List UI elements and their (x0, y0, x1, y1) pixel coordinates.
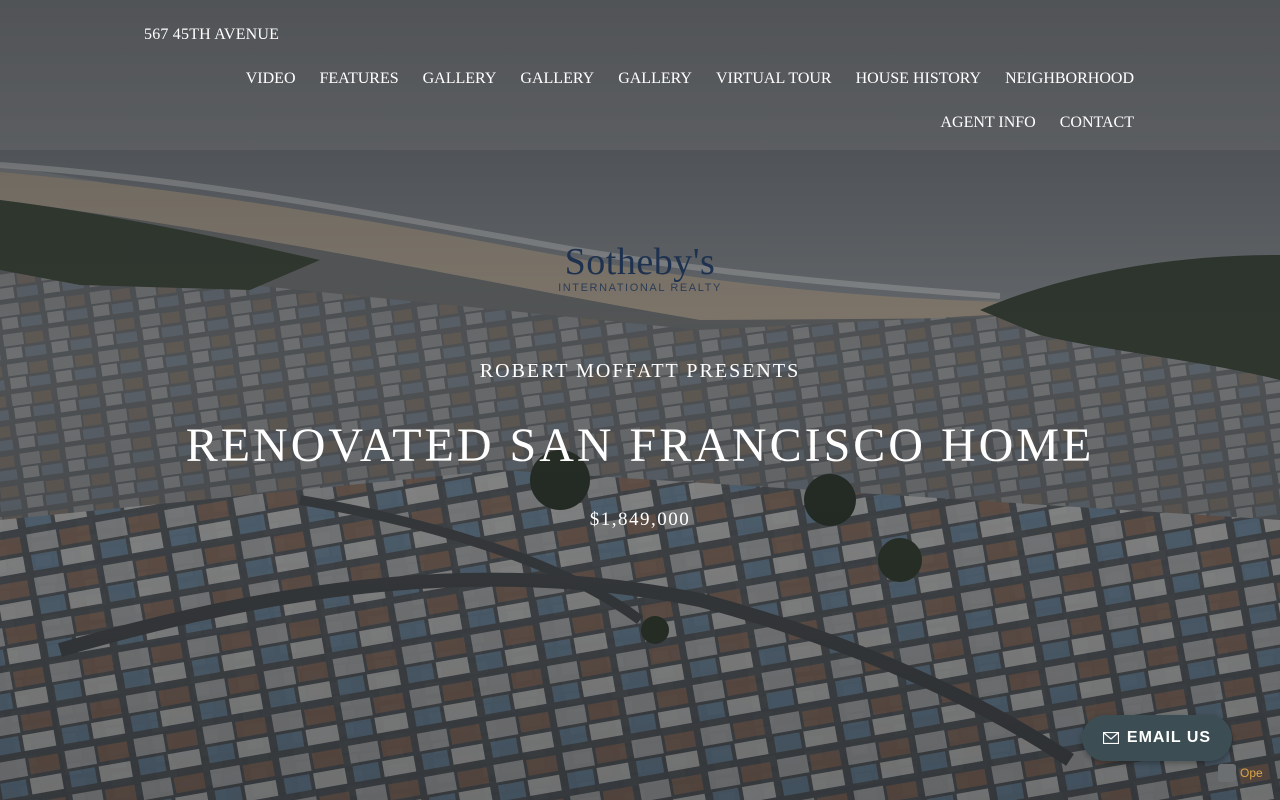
main-nav: VIDEO FEATURES GALLERY GALLERY GALLERY V… (204, 68, 1134, 134)
corner-widget-text: Ope (1240, 766, 1263, 780)
nav-item-video[interactable]: VIDEO (246, 68, 296, 90)
property-headline: RENOVATED SAN FRANCISCO HOME (185, 419, 1095, 472)
site-title[interactable]: 567 45TH AVENUE (144, 26, 279, 44)
nav-item-virtual-tour[interactable]: VIRTUAL TOUR (716, 68, 832, 90)
nav-item-house-history[interactable]: HOUSE HISTORY (856, 68, 982, 90)
email-us-button[interactable]: EMAIL US (1082, 715, 1232, 761)
corner-widget[interactable]: Ope (1218, 762, 1280, 784)
nav-item-agent-info[interactable]: AGENT INFO (940, 112, 1035, 134)
nav-item-gallery-1[interactable]: GALLERY (423, 68, 497, 90)
nav-item-features[interactable]: FEATURES (320, 68, 399, 90)
property-price: $1,849,000 (589, 509, 691, 530)
logo-wordmark: Sotheby's (564, 241, 716, 283)
envelope-icon (1102, 732, 1119, 744)
nav-item-contact[interactable]: CONTACT (1060, 112, 1134, 134)
presenter-line: ROBERT MOFFATT PRESENTS (479, 360, 801, 382)
logo-subtitle: INTERNATIONAL REALTY (558, 282, 722, 294)
nav-item-neighborhood[interactable]: NEIGHBORHOOD (1005, 68, 1134, 90)
nav-item-gallery-2[interactable]: GALLERY (520, 68, 594, 90)
widget-icon (1218, 764, 1236, 782)
sothebys-logo: Sotheby's INTERNATIONAL REALTY (540, 240, 740, 294)
email-us-label: EMAIL US (1126, 729, 1212, 746)
nav-item-gallery-3[interactable]: GALLERY (618, 68, 692, 90)
